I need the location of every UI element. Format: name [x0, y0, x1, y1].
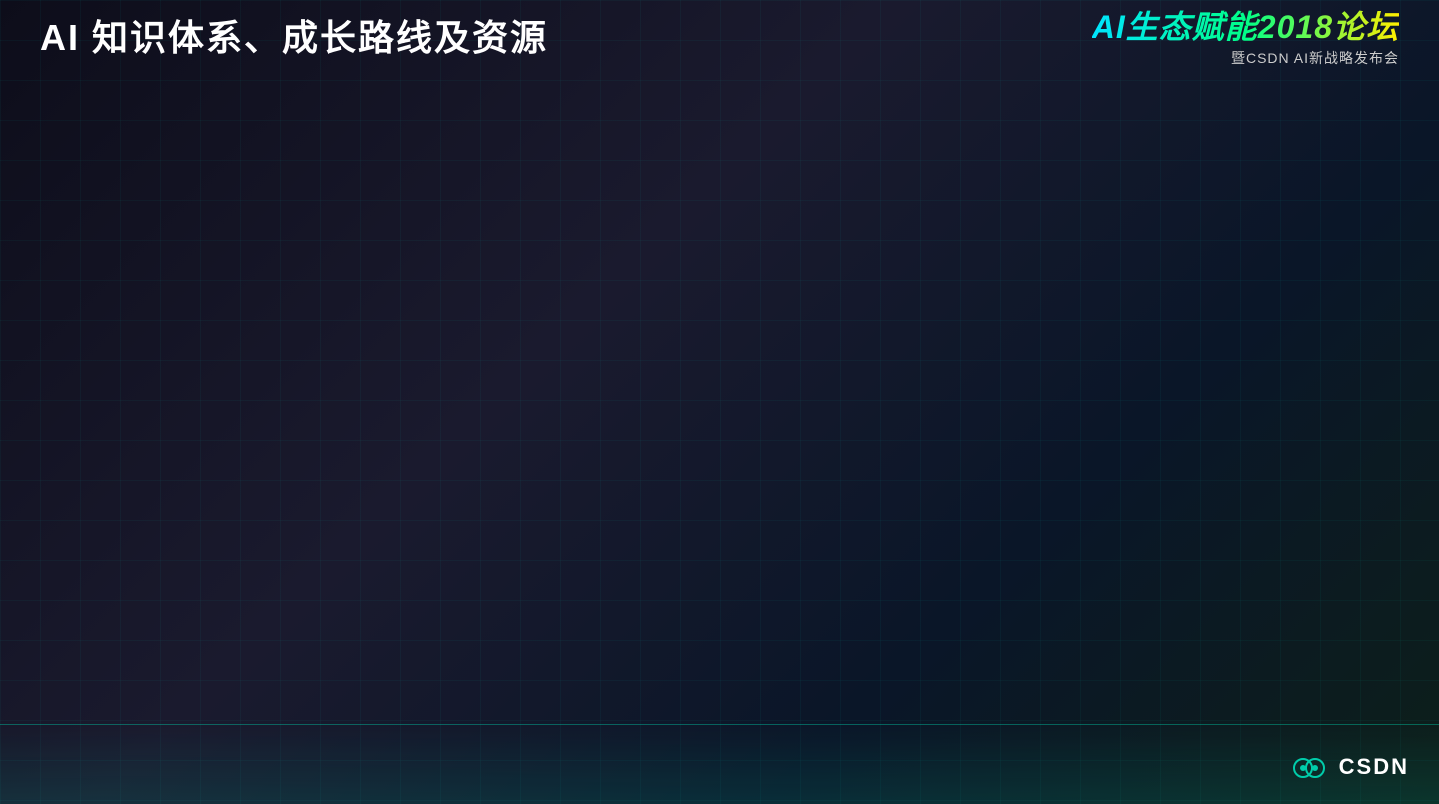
csdn-text: CSDN: [1339, 754, 1409, 779]
bottom-decoration: [0, 724, 1439, 804]
logo-sub: 暨CSDN AI新战略发布会: [1231, 48, 1399, 68]
background: [0, 0, 1439, 804]
csdn-logo: CSDN: [1293, 752, 1409, 784]
header: AI 知识体系、成长路线及资源 AI生态赋能2018论坛 暨CSDN AI新战略…: [0, 0, 1439, 70]
logo-area: AI生态赋能2018论坛 暨CSDN AI新战略发布会: [1092, 2, 1399, 68]
logo-main: AI生态赋能2018论坛: [1092, 2, 1399, 48]
page-title: AI 知识体系、成长路线及资源: [40, 9, 548, 61]
